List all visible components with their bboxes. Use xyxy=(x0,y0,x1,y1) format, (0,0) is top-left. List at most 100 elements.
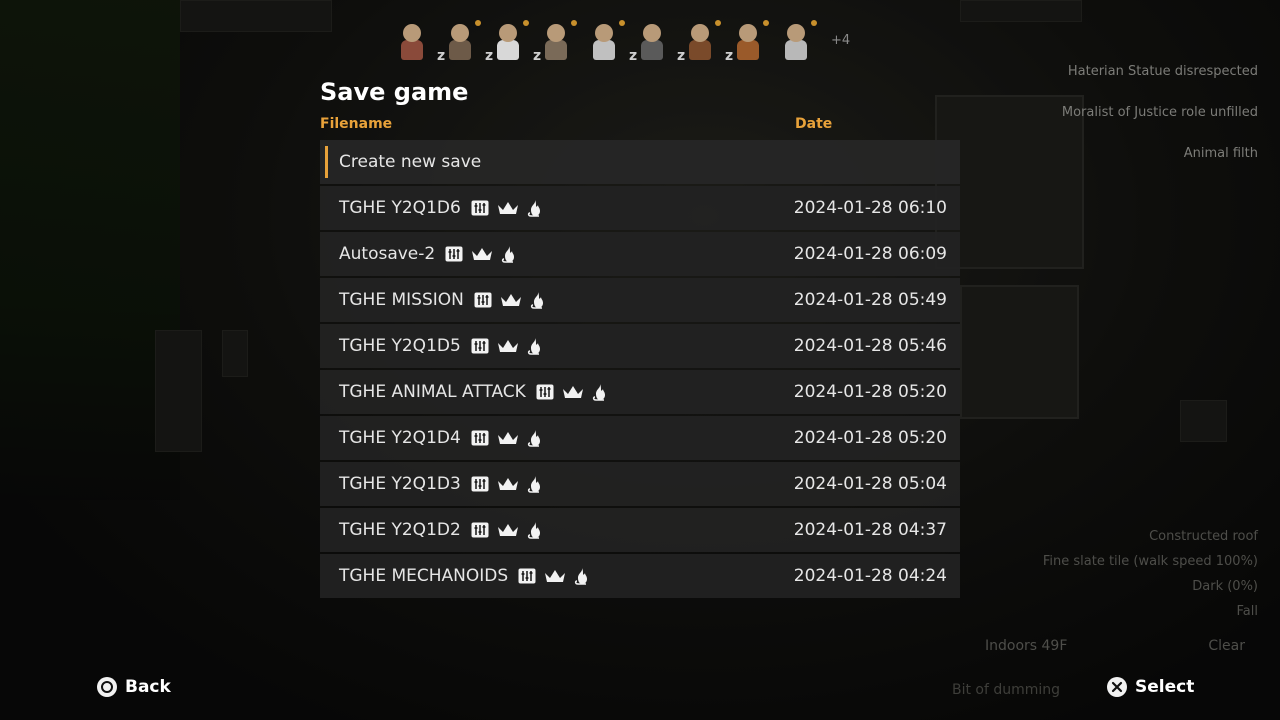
colonist-head xyxy=(643,24,661,42)
selection-highlight xyxy=(325,146,328,178)
cell-inspect-readout: Constructed roof Fine slate tile (walk s… xyxy=(1043,529,1258,629)
filename-header: Filename xyxy=(320,116,393,132)
colonist-head xyxy=(451,24,469,42)
save-row[interactable]: TGHE Y2Q1D2 2024-01-28 04:37 xyxy=(320,508,960,552)
save-dlc-icons xyxy=(536,383,608,401)
save-filename: TGHE MISSION xyxy=(339,290,464,310)
storyteller-settings-icon xyxy=(471,476,489,492)
date-header: Date xyxy=(795,116,833,132)
colonist-head xyxy=(691,24,709,42)
save-filename: TGHE ANIMAL ATTACK xyxy=(339,382,526,402)
colonist-body xyxy=(449,40,471,60)
colonist-head xyxy=(403,24,421,42)
colonist-head xyxy=(787,24,805,42)
royalty-crown-icon xyxy=(497,201,519,215)
colonist-body xyxy=(593,40,615,60)
status-dot xyxy=(811,20,817,26)
save-date: 2024-01-28 05:20 xyxy=(793,382,947,402)
colonist-head xyxy=(499,24,517,42)
colonist-portrait[interactable]: z xyxy=(725,18,769,64)
save-date: 2024-01-28 06:09 xyxy=(793,244,947,264)
colonist-portrait[interactable]: z xyxy=(485,18,529,64)
save-date: 2024-01-28 05:04 xyxy=(793,474,947,494)
colonist-body xyxy=(497,40,519,60)
storyteller-settings-icon xyxy=(474,292,492,308)
save-row[interactable]: TGHE Y2Q1D5 2024-01-28 05:46 xyxy=(320,324,960,368)
status-dot xyxy=(763,20,769,26)
dialog-title: Save game xyxy=(320,78,469,106)
save-row[interactable]: TGHE MECHANOIDS 2024-01-28 04:24 xyxy=(320,554,960,598)
colonist-body xyxy=(737,40,759,60)
colonist-portrait[interactable] xyxy=(395,18,429,64)
sleeping-indicator: z xyxy=(725,48,734,64)
royalty-crown-icon xyxy=(497,523,519,537)
save-row[interactable]: TGHE MISSION 2024-01-28 05:49 xyxy=(320,278,960,322)
save-dlc-icons xyxy=(518,567,590,585)
save-dlc-icons xyxy=(445,245,517,263)
colonist-bar: z z z z z z +4 xyxy=(395,12,850,64)
temperature-readout: Indoors 49F xyxy=(985,638,1068,654)
light-info: Dark (0%) xyxy=(1192,579,1258,594)
save-date: 2024-01-28 04:24 xyxy=(793,566,947,586)
weather-bar: Indoors 49F Clear xyxy=(985,638,1245,654)
weather-condition: Clear xyxy=(1208,638,1245,654)
sleeping-indicator: z xyxy=(533,48,542,64)
alert-item[interactable]: Moralist of Justice role unfilled xyxy=(1062,105,1258,146)
cross-button-icon xyxy=(1107,677,1127,697)
colonist-body xyxy=(641,40,663,60)
roof-info: Constructed roof xyxy=(1149,529,1258,544)
status-dot xyxy=(475,20,481,26)
royalty-crown-icon xyxy=(562,385,584,399)
ideology-flame-icon xyxy=(527,429,543,447)
alert-item[interactable]: Haterian Statue disrespected xyxy=(1062,64,1258,105)
ideology-flame-icon xyxy=(574,567,590,585)
colonist-portrait[interactable]: z xyxy=(677,18,721,64)
back-label: Back xyxy=(125,677,171,697)
ideology-flame-icon xyxy=(501,245,517,263)
save-dlc-icons xyxy=(471,199,543,217)
storyteller-settings-icon xyxy=(445,246,463,262)
colonist-body xyxy=(545,40,567,60)
save-row[interactable]: TGHE ANIMAL ATTACK 2024-01-28 05:20 xyxy=(320,370,960,414)
save-dlc-icons xyxy=(471,337,543,355)
save-row[interactable]: Autosave-2 2024-01-28 06:09 xyxy=(320,232,960,276)
create-new-save-label: Create new save xyxy=(339,152,482,172)
back-prompt[interactable]: Back xyxy=(97,677,171,697)
season-info: Fall xyxy=(1236,604,1258,619)
royalty-crown-icon xyxy=(497,339,519,353)
save-dlc-icons xyxy=(474,291,546,309)
ideology-flame-icon xyxy=(592,383,608,401)
save-filename: TGHE MECHANOIDS xyxy=(339,566,509,586)
sleeping-indicator: z xyxy=(437,48,446,64)
colonist-portrait[interactable] xyxy=(587,18,625,64)
save-row[interactable]: TGHE Y2Q1D3 2024-01-28 05:04 xyxy=(320,462,960,506)
sleeping-indicator: z xyxy=(629,48,638,64)
colonist-portrait[interactable]: z xyxy=(533,18,577,64)
ideology-flame-icon xyxy=(530,291,546,309)
save-filename: Autosave-2 xyxy=(339,244,436,264)
save-date: 2024-01-28 05:46 xyxy=(793,336,947,356)
royalty-crown-icon xyxy=(544,569,566,583)
colonist-portrait[interactable]: z xyxy=(437,18,481,64)
status-dot xyxy=(523,20,529,26)
save-filename: TGHE Y2Q1D5 xyxy=(339,336,461,356)
storyteller-settings-icon xyxy=(518,568,536,584)
colonist-portrait[interactable] xyxy=(779,18,817,64)
create-new-save-button[interactable]: Create new save xyxy=(320,140,960,184)
save-game-dialog: Save game Filename Date Create new save … xyxy=(320,74,960,600)
royalty-crown-icon xyxy=(497,431,519,445)
ideology-flame-icon xyxy=(527,337,543,355)
select-prompt[interactable]: Select xyxy=(1107,677,1194,697)
alert-item[interactable]: Animal filth xyxy=(1062,146,1258,187)
save-row[interactable]: TGHE Y2Q1D6 2024-01-28 06:10 xyxy=(320,186,960,230)
sleeping-indicator: z xyxy=(677,48,686,64)
save-row[interactable]: TGHE Y2Q1D4 2024-01-28 05:20 xyxy=(320,416,960,460)
save-filename: TGHE Y2Q1D6 xyxy=(339,198,461,218)
storyteller-settings-icon xyxy=(471,430,489,446)
save-date: 2024-01-28 04:37 xyxy=(793,520,947,540)
colonist-body xyxy=(689,40,711,60)
storyteller-settings-icon xyxy=(536,384,554,400)
save-date: 2024-01-28 05:20 xyxy=(793,428,947,448)
colonist-portrait[interactable]: z xyxy=(629,18,669,64)
more-colonists-count[interactable]: +4 xyxy=(831,33,850,64)
